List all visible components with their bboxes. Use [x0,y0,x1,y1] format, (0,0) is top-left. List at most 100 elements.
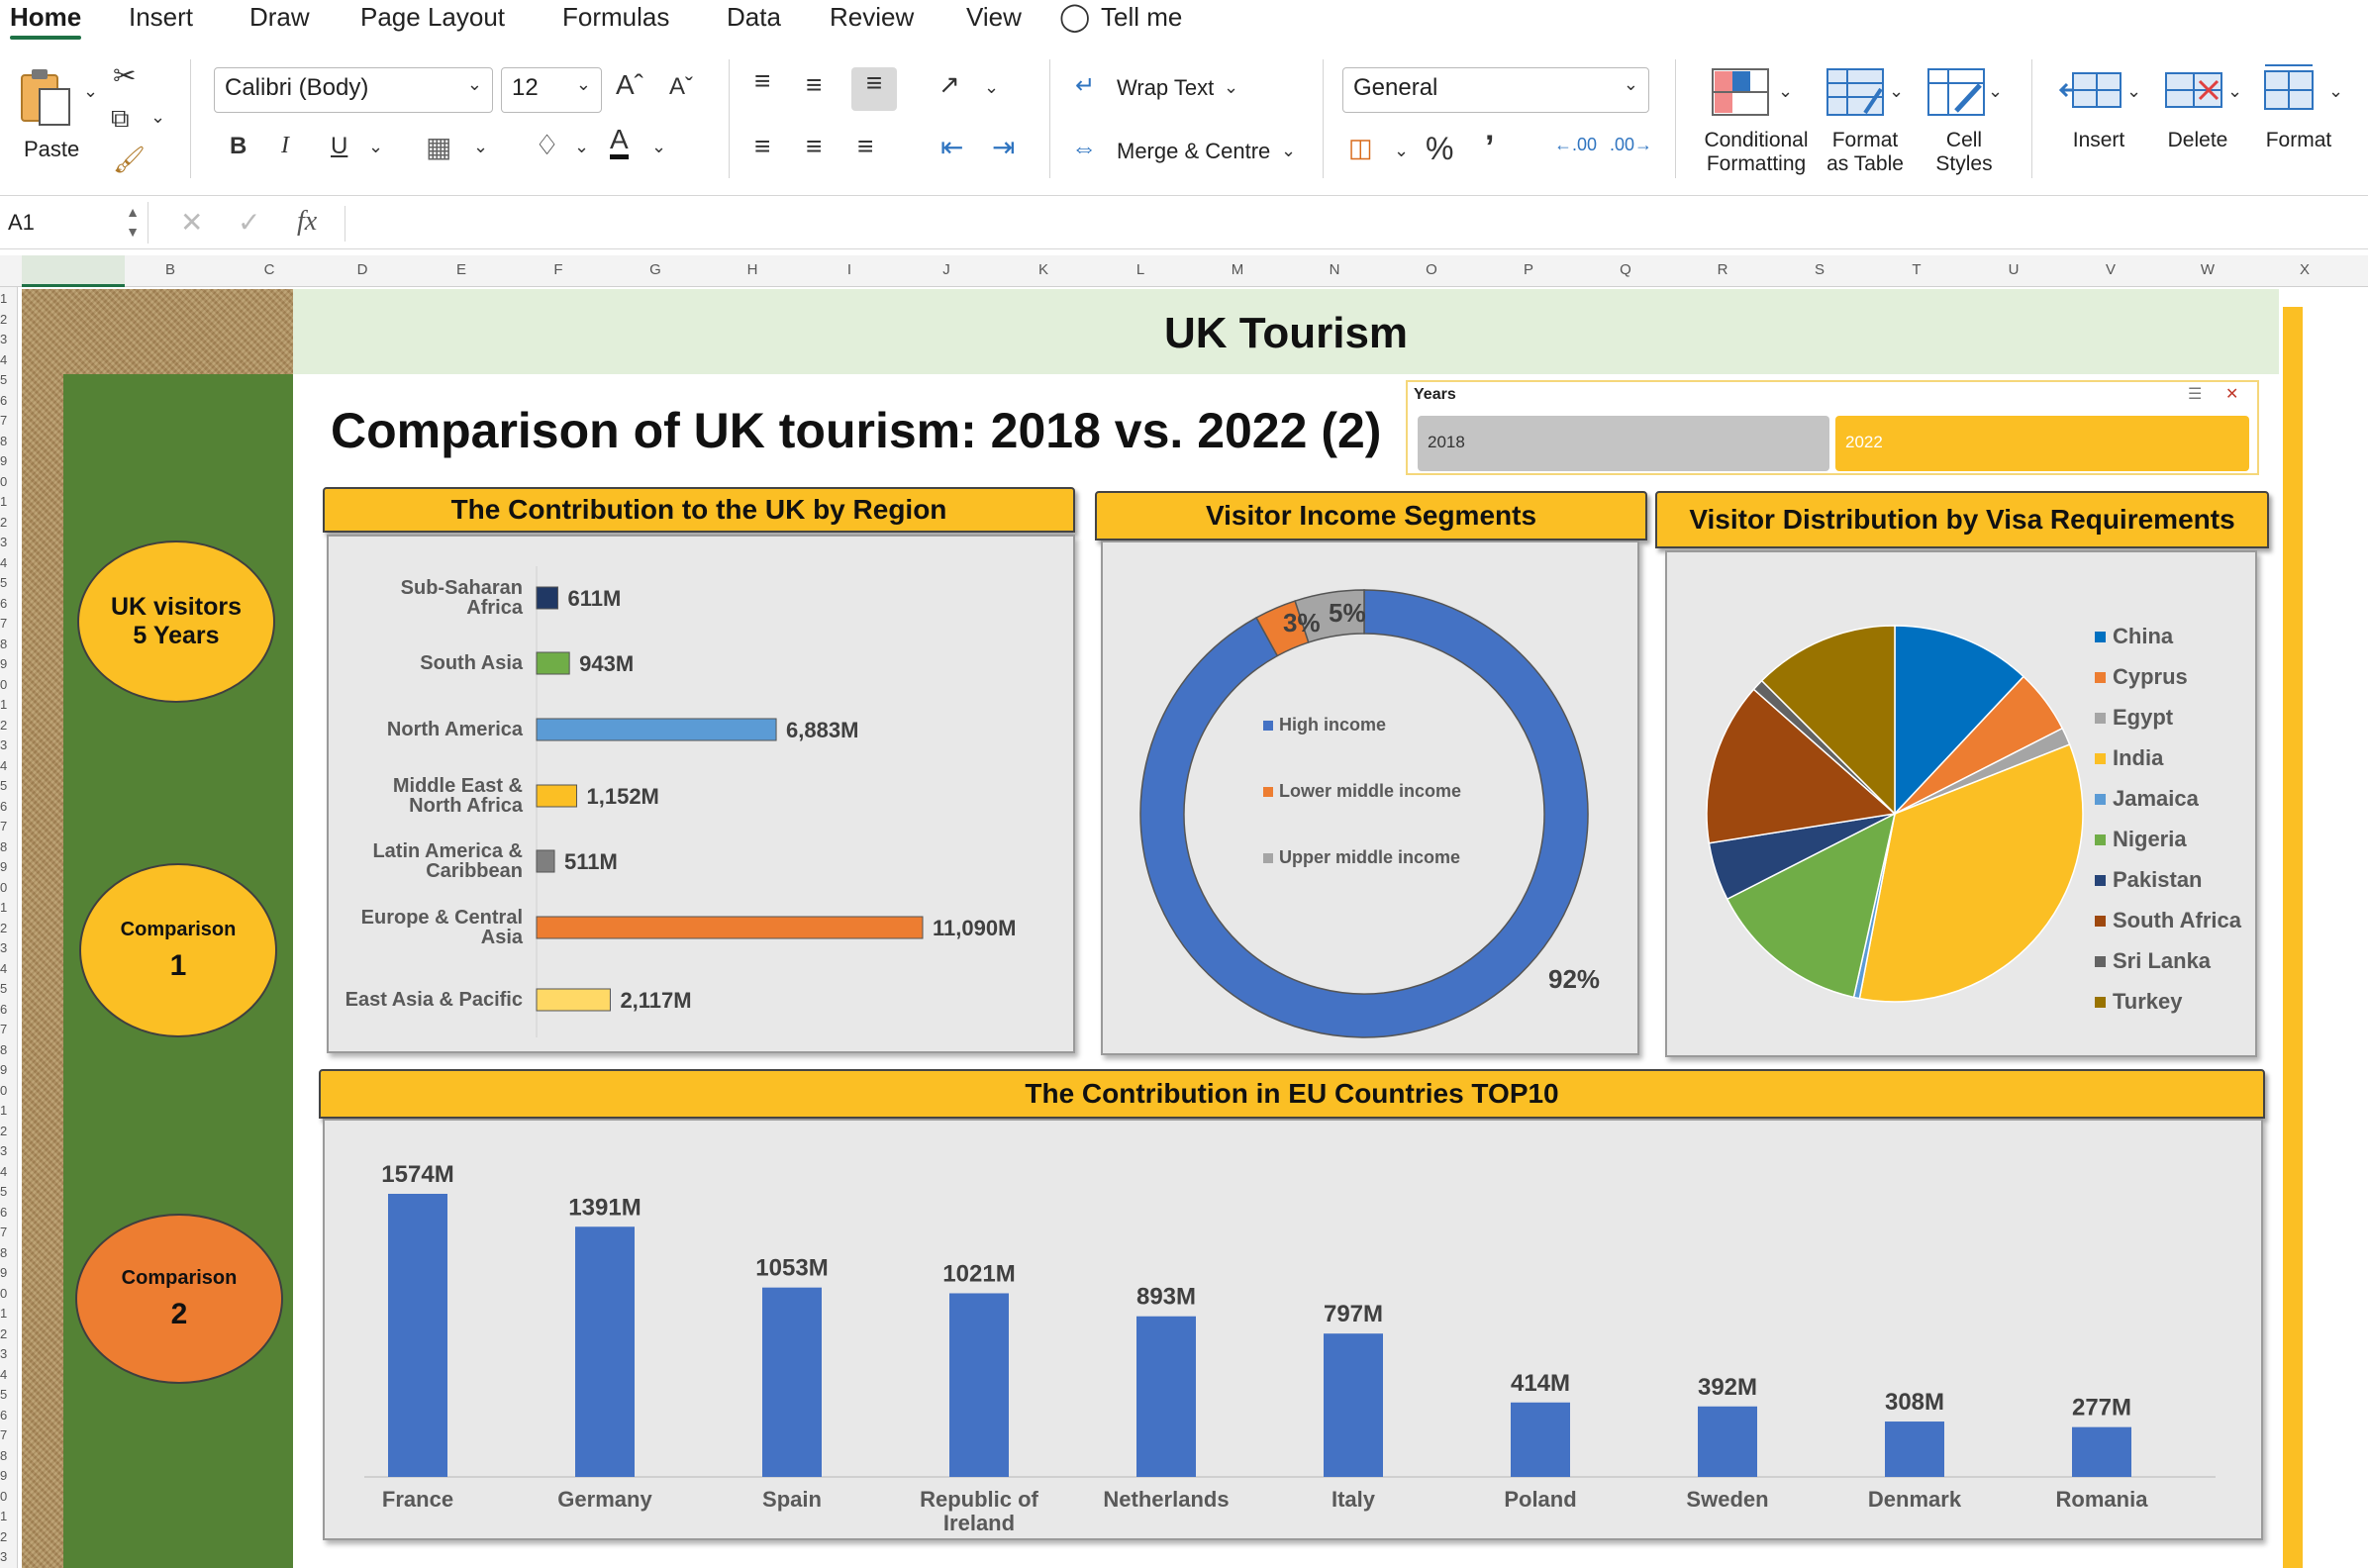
row-header[interactable]: 6 [0,1205,7,1220]
column-header[interactable]: W [2198,261,2218,278]
column-header[interactable]: P [1519,261,1538,278]
row-header[interactable]: 0 [0,677,7,692]
eu-chart[interactable]: 1574M France 1391M Germany 1053M Spain 1021M Re… [323,1119,2263,1540]
column-header[interactable]: J [937,261,956,278]
formula-input[interactable] [345,206,2354,242]
align-bottom-icon[interactable]: ≡ [851,67,897,111]
row-header[interactable]: 3 [0,1346,7,1361]
row-header[interactable]: 6 [0,393,7,408]
column-header[interactable]: R [1713,261,1732,278]
function-icon[interactable]: fx [297,206,317,238]
decrease-decimal-icon[interactable]: .00→ [1610,135,1652,155]
decrease-indent-icon[interactable]: ⇤ [940,131,963,163]
bar[interactable] [2072,1426,2131,1477]
cell-styles-dropdown-icon[interactable]: ⌄ [1988,81,2003,102]
row-header[interactable]: 4 [0,961,7,976]
row-header[interactable]: 7 [0,1225,7,1239]
row-header[interactable]: 0 [0,474,7,489]
column-header[interactable]: N [1325,261,1344,278]
font-color-dropdown-icon[interactable]: ⌄ [651,137,666,157]
column-header[interactable]: S [1810,261,1829,278]
bar[interactable] [536,784,578,808]
fill-color-dropdown-icon[interactable]: ⌄ [574,137,589,157]
orientation-dropdown-icon[interactable]: ⌄ [984,77,999,98]
multi-select-icon[interactable]: ☰ [2188,384,2202,404]
column-header[interactable]: H [742,261,762,278]
align-left-icon[interactable]: ≡ [754,131,770,162]
align-top-icon[interactable]: ≡ [754,65,770,97]
row-header[interactable]: 5 [0,778,7,793]
column-header[interactable]: M [1228,261,1247,278]
name-box[interactable]: A1 ▲ ▼ [0,202,148,244]
bar[interactable] [1511,1402,1570,1477]
wrap-text-button[interactable]: Wrap Text [1117,75,1214,101]
align-right-icon[interactable]: ≡ [857,131,873,162]
underline-icon[interactable]: U [331,133,347,160]
italic-icon[interactable]: I [281,133,289,159]
uk-visitors-5-years-button[interactable]: UK visitors 5 Years [77,540,275,703]
column-header[interactable]: E [451,261,471,278]
wrap-text-icon[interactable]: ↵ [1075,71,1095,100]
slicer-option-2022[interactable]: 2022 [1835,416,2249,471]
income-chart[interactable]: 92% 3% 5% High income Lower middle income Upp… [1101,540,1639,1055]
column-header[interactable]: C [259,261,279,278]
tab-insert[interactable]: Insert [129,2,193,33]
row-header[interactable]: 3 [0,535,7,549]
accounting-dropdown-icon[interactable]: ⌄ [1394,141,1409,161]
row-header[interactable]: 1 [0,900,7,915]
row-header[interactable]: 3 [0,737,7,752]
column-header[interactable]: Q [1616,261,1635,278]
row-header[interactable]: 8 [0,839,7,854]
format-painter-icon[interactable]: 🖌 [113,145,146,175]
row-header[interactable]: 1 [0,1306,7,1321]
row-header[interactable]: 0 [0,1083,7,1098]
row-header[interactable]: 9 [0,1062,7,1077]
row-header[interactable]: 2 [0,1124,7,1138]
tab-draw[interactable]: Draw [249,2,310,33]
tab-formulas[interactable]: Formulas [562,2,669,33]
bar[interactable] [949,1293,1009,1477]
column-header[interactable]: G [645,261,665,278]
conditional-formatting-button[interactable]: Conditional Formatting [1693,67,1812,186]
paste-button[interactable]: Paste [14,67,93,166]
row-header[interactable]: 3 [0,332,7,346]
fill-color-icon[interactable]: ♢ [535,129,559,161]
row-header[interactable]: 9 [0,859,7,874]
increase-font-icon[interactable]: Aˆ [616,69,643,101]
row-header[interactable]: 7 [0,1427,7,1442]
row-header[interactable]: 7 [0,413,7,428]
column-header[interactable]: L [1131,261,1150,278]
merge-centre-dropdown-icon[interactable]: ⌄ [1281,141,1296,161]
row-header[interactable]: 2 [0,1529,7,1544]
row-header[interactable]: 2 [0,515,7,530]
bar[interactable] [1324,1333,1383,1477]
row-header[interactable]: 9 [0,1468,7,1483]
row-header[interactable]: 1 [0,291,7,306]
row-header[interactable]: 5 [0,1184,7,1199]
comma-style-icon[interactable]: ’ [1485,129,1494,167]
column-header[interactable]: D [352,261,372,278]
bar[interactable] [1885,1421,1944,1477]
delete-cells-dropdown-icon[interactable]: ⌄ [2227,81,2242,102]
format-as-table-dropdown-icon[interactable]: ⌄ [1889,81,1904,102]
row-header[interactable]: 5 [0,575,7,590]
conditional-formatting-dropdown-icon[interactable]: ⌄ [1778,81,1793,102]
row-header[interactable]: 8 [0,434,7,448]
tab-home[interactable]: Home [10,2,81,33]
insert-cells-dropdown-icon[interactable]: ⌄ [2126,81,2141,102]
row-header[interactable]: 6 [0,596,7,611]
slicer-option-2018[interactable]: 2018 [1418,416,1829,471]
row-header[interactable]: 5 [0,981,7,996]
bar[interactable] [536,718,777,741]
align-center-icon[interactable]: ≡ [806,131,822,162]
bar[interactable] [536,916,924,939]
cancel-icon[interactable]: ✕ [180,206,203,239]
percent-style-icon[interactable]: % [1426,131,1453,167]
row-header[interactable]: 7 [0,1022,7,1036]
column-header[interactable]: V [2101,261,2121,278]
borders-dropdown-icon[interactable]: ⌄ [473,137,488,157]
row-header[interactable]: 0 [0,1489,7,1504]
row-header[interactable]: 5 [0,372,7,387]
donut-slice[interactable] [1139,589,1589,1038]
enter-icon[interactable]: ✓ [238,206,260,239]
